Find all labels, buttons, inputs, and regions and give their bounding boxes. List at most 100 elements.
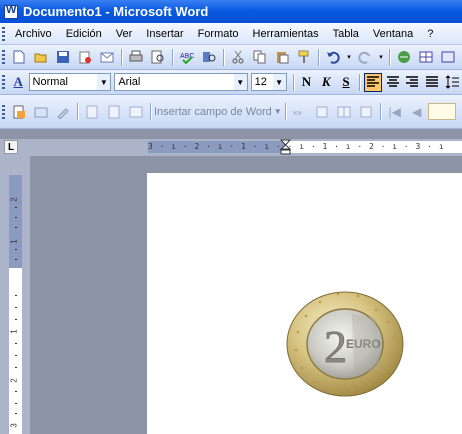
vertical-tick-label: 2 [9, 197, 19, 202]
align-left-button[interactable] [363, 72, 382, 92]
font-size-value: 12 [254, 76, 267, 88]
propagate-labels-icon[interactable] [356, 102, 376, 122]
recipients-icon[interactable] [53, 102, 73, 122]
menu-tabla[interactable]: Tabla [326, 25, 366, 43]
vertical-tick [15, 355, 17, 356]
toolbar-separator [172, 48, 173, 66]
two-euro-coin-image[interactable]: 2 EURO [284, 288, 406, 398]
research-icon[interactable] [199, 47, 219, 67]
insert-merge-fields-icon[interactable] [126, 102, 146, 122]
svg-text:ABC: ABC [180, 53, 194, 60]
menu-ventana[interactable]: Ventana [366, 25, 420, 43]
menu-help[interactable]: ? [420, 25, 440, 43]
justify-button[interactable] [423, 73, 441, 92]
undo-dropdown-icon[interactable]: ▾ [345, 47, 353, 67]
tab-selector[interactable]: L [4, 140, 18, 154]
insert-greeting-icon[interactable] [104, 102, 124, 122]
vertical-ruler[interactable]: 2 1 1 2 3 [9, 175, 22, 434]
font-value: Arial [118, 76, 141, 88]
main-document-setup-icon[interactable] [9, 102, 29, 122]
open-data-source-icon[interactable] [31, 102, 51, 122]
first-record-icon[interactable]: |◀ [385, 102, 405, 122]
chevron-down-icon[interactable]: ▼ [233, 74, 247, 90]
open-folder-icon[interactable] [31, 47, 51, 67]
toolbar-grip[interactable] [2, 104, 5, 119]
bold-button[interactable]: N [298, 73, 316, 92]
standard-toolbar: ABC ▾ ▾ [0, 45, 462, 70]
toolbar-separator [223, 48, 224, 66]
word-app-icon[interactable] [4, 4, 18, 19]
copy-icon[interactable] [250, 47, 270, 67]
insert-table-icon[interactable] [438, 47, 458, 67]
menu-herramientas[interactable]: Herramientas [246, 25, 326, 43]
toolbar-grip[interactable] [2, 75, 5, 89]
window-title: Documento1 - Microsoft Word [23, 4, 209, 19]
line-spacing-button[interactable] [443, 73, 461, 92]
font-dropdown[interactable]: Arial ▼ [114, 73, 248, 91]
toolbar-separator [284, 103, 286, 120]
chevron-down-icon[interactable]: ▼ [97, 74, 111, 90]
toolbar-separator [379, 103, 381, 120]
toolbar-separator [358, 73, 360, 91]
indent-marker-icon[interactable] [280, 139, 291, 155]
menu-formato[interactable]: Formato [191, 25, 246, 43]
vertical-tick-label: 3 [9, 423, 19, 428]
hyperlink-icon[interactable] [394, 47, 414, 67]
undo-icon[interactable] [323, 47, 343, 67]
email-icon[interactable] [97, 47, 117, 67]
vertical-tick-label: 1 [9, 239, 19, 244]
font-size-dropdown[interactable]: 12 ▼ [250, 73, 287, 91]
underline-button[interactable]: S [337, 73, 355, 92]
vertical-tick [15, 403, 17, 404]
new-document-icon[interactable] [9, 47, 29, 67]
insert-word-field-dropdown[interactable]: Insertar campo de Word ▼ [154, 106, 282, 118]
vertical-tick [15, 207, 17, 208]
redo-dropdown-icon[interactable]: ▾ [377, 47, 385, 67]
chevron-down-icon[interactable]: ▼ [272, 74, 286, 90]
menubar-grip[interactable] [2, 26, 5, 41]
italic-button[interactable]: K [317, 73, 335, 92]
cut-icon[interactable] [228, 47, 248, 67]
menu-edicion[interactable]: Edición [59, 25, 109, 43]
align-center-button[interactable] [384, 73, 402, 92]
tables-borders-icon[interactable] [416, 47, 436, 67]
previous-record-icon[interactable]: ◀ [407, 102, 427, 122]
toolbar-grip[interactable] [2, 50, 5, 64]
toolbar-separator [150, 103, 151, 120]
styles-formatting-icon[interactable]: A [9, 72, 28, 92]
print-icon[interactable] [126, 47, 146, 67]
menu-bar: Archivo Edición Ver Insertar Formato Her… [0, 23, 462, 45]
vertical-tick [15, 249, 17, 250]
horizontal-ruler-bar: L 3 · ı · 2 · ı · 1 · ı · · ı · 1 · ı · … [0, 139, 462, 156]
chevron-down-icon[interactable]: ▼ [274, 107, 282, 116]
spelling-icon[interactable]: ABC [177, 47, 197, 67]
vertical-tick [15, 217, 17, 218]
ruler-ticks: 3 · ı · 2 · ı · 1 · ı · · ı · 1 · ı · 2 … [148, 142, 445, 151]
menu-archivo[interactable]: Archivo [8, 25, 59, 43]
permission-icon[interactable] [75, 47, 95, 67]
menu-ver[interactable]: Ver [109, 25, 140, 43]
vertical-tick-label: 2 [9, 378, 19, 383]
highlight-fields-icon[interactable] [312, 102, 332, 122]
redo-icon[interactable] [355, 47, 375, 67]
vertical-tick-label: 1 [9, 329, 19, 334]
record-number-field[interactable] [427, 103, 456, 120]
vertical-tick [15, 343, 17, 344]
title-bar[interactable]: Documento1 - Microsoft Word [0, 0, 462, 23]
style-dropdown[interactable]: Normal ▼ [28, 73, 112, 91]
toolbar-separator [389, 48, 390, 66]
save-icon[interactable] [53, 47, 73, 67]
match-fields-icon[interactable] [334, 102, 354, 122]
menu-insertar[interactable]: Insertar [139, 25, 190, 43]
view-merged-data-icon[interactable]: «» [290, 102, 310, 122]
formatting-toolbar: A Normal ▼ Arial ▼ 12 ▼ N K S [0, 70, 462, 95]
format-painter-icon[interactable] [294, 47, 314, 67]
vertical-tick [15, 391, 17, 392]
paste-icon[interactable] [272, 47, 292, 67]
vertical-tick [15, 413, 17, 414]
insert-address-block-icon[interactable] [82, 102, 102, 122]
align-right-button[interactable] [404, 73, 422, 92]
horizontal-ruler[interactable]: 3 · ı · 2 · ı · 1 · ı · · ı · 1 · ı · 2 … [148, 139, 462, 155]
print-preview-icon[interactable] [148, 47, 168, 67]
vertical-ruler-ticks: 2 1 1 2 3 [9, 175, 22, 434]
